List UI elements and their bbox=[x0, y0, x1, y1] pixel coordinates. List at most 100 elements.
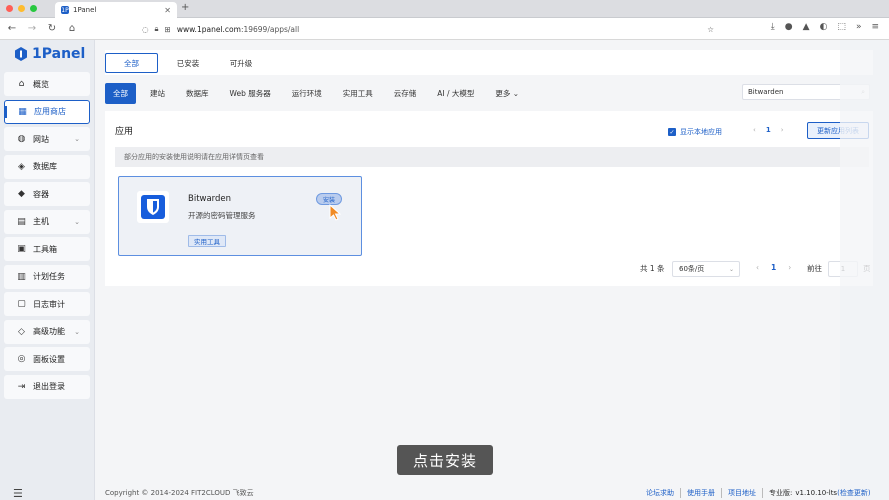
schedule-icon: ▥ bbox=[17, 271, 26, 282]
sidebar-item-app-store[interactable]: ▦ 应用商店 bbox=[4, 99, 90, 124]
footer-links: 论坛求助 使用手册 项目地址 专业版: v1.10.10-lts (检查更新) bbox=[640, 488, 871, 498]
forward-icon[interactable]: → bbox=[22, 23, 42, 34]
logo[interactable]: 1Panel bbox=[0, 40, 94, 68]
current-page[interactable]: 1 bbox=[766, 126, 771, 134]
sidebar-item-label: 容器 bbox=[33, 189, 49, 199]
sidebar-item-logout[interactable]: ⇥ 退出登录 bbox=[4, 374, 90, 399]
close-window-button[interactable] bbox=[6, 5, 13, 12]
project-link[interactable]: 项目地址 bbox=[722, 488, 763, 498]
lock-icon: 🔒︎ bbox=[154, 24, 159, 33]
manual-link[interactable]: 使用手册 bbox=[681, 488, 722, 498]
chevron-down-icon: ⌄ bbox=[512, 88, 520, 98]
category-more[interactable]: 更多 ⌄ bbox=[495, 88, 519, 99]
sidebar-item-host[interactable]: ▤ 主机 ⌄ bbox=[4, 209, 90, 234]
forum-link[interactable]: 论坛求助 bbox=[640, 488, 681, 498]
browser-tab[interactable]: 1P 1Panel ✕ bbox=[55, 2, 177, 18]
app-description: 开源的密码管理服务 bbox=[188, 211, 256, 220]
menu-icon[interactable]: ≡ bbox=[871, 22, 879, 32]
extension-a-icon[interactable]: ▲ bbox=[803, 22, 810, 32]
browser-toolbar-right: ⤓ ● ▲ ◐ ⬚ » ≡ bbox=[771, 22, 879, 32]
right-overlay-shadow bbox=[840, 40, 889, 500]
address-bar[interactable]: ◌ 🔒︎ ⊞ www.1panel.com:19699/apps/all ☆ bbox=[142, 21, 714, 37]
sidebar-item-database[interactable]: ◈ 数据库 bbox=[4, 154, 90, 179]
version: v1.10.10-lts bbox=[795, 489, 838, 497]
current-page[interactable]: 1 bbox=[771, 263, 776, 272]
minimize-window-button[interactable] bbox=[18, 5, 25, 12]
sidebar-item-logs[interactable]: ▢ 日志审计 bbox=[4, 292, 90, 316]
sidebar-item-label: 面板设置 bbox=[33, 354, 65, 364]
app-card[interactable]: Bitwarden 开源的密码管理服务 实用工具 安装 bbox=[118, 176, 362, 256]
next-page-icon[interactable]: › bbox=[781, 126, 784, 134]
show-local-label: 显示本地应用 bbox=[680, 128, 722, 136]
chevron-down-icon: ⌄ bbox=[728, 265, 734, 273]
back-icon[interactable]: ← bbox=[2, 23, 22, 34]
sidebar-menu: ⌂ 概览 ▦ 应用商店 ◍ 网站 ⌄ ◈ 数据库 ◆ 容器 ▤ 主机 ⌄ ▣ 工具箱 ▥ 计划任务 … bbox=[0, 68, 94, 406]
category-web-server[interactable]: Web 服务器 bbox=[230, 88, 271, 99]
sidebar-item-label: 计划任务 bbox=[33, 272, 65, 281]
footer: Copyright © 2014-2024 FIT2CLOUD 飞致云 论坛求助… bbox=[95, 486, 889, 500]
category-more-label: 更多 bbox=[495, 88, 511, 98]
show-local-checkbox[interactable]: ✓ 显示本地应用 bbox=[668, 127, 722, 137]
video-caption: 点击安装 bbox=[397, 445, 493, 475]
download-icon[interactable]: ⤓ bbox=[771, 22, 775, 32]
sidebar-item-label: 退出登录 bbox=[33, 382, 65, 391]
zoom-window-button[interactable] bbox=[30, 5, 37, 12]
notice-bar: 部分应用的安装使用说明请在应用详情页查看 bbox=[115, 147, 869, 167]
logo-icon bbox=[15, 47, 27, 61]
logo-text: 1Panel bbox=[32, 46, 86, 62]
top-pagination: ‹ 1 › bbox=[753, 126, 784, 134]
new-tab-icon[interactable]: + bbox=[181, 2, 189, 13]
sidebar-item-cronjobs[interactable]: ▥ 计划任务 bbox=[4, 264, 90, 289]
check-update-link[interactable]: (检查更新) bbox=[837, 488, 870, 498]
settings-icon: ◎ bbox=[17, 354, 26, 364]
category-ai[interactable]: AI / 大模型 bbox=[437, 88, 474, 99]
tab-installed[interactable]: 已安装 bbox=[162, 53, 214, 73]
prev-page-icon[interactable]: ‹ bbox=[753, 126, 756, 134]
log-icon: ▢ bbox=[17, 299, 26, 309]
extension-b-icon[interactable]: ◐ bbox=[820, 22, 828, 32]
next-page-icon[interactable]: › bbox=[788, 263, 791, 272]
main-content: 全部 已安装 可升级 全部 建站 数据库 Web 服务器 运行环境 实用工具 云… bbox=[95, 40, 873, 500]
panel-title: 应用 bbox=[115, 127, 134, 137]
category-website[interactable]: 建站 bbox=[150, 88, 165, 99]
reload-icon[interactable]: ↻ bbox=[42, 23, 62, 34]
puzzle-icon[interactable]: ⬚ bbox=[837, 22, 846, 32]
sidebar-item-label: 概览 bbox=[33, 79, 49, 89]
sidebar-item-settings[interactable]: ◎ 面板设置 bbox=[4, 347, 90, 371]
bookmark-star-icon[interactable]: ☆ bbox=[707, 25, 714, 34]
browser-tab-bar: 1P 1Panel ✕ + bbox=[0, 0, 889, 18]
prev-page-icon[interactable]: ‹ bbox=[756, 263, 759, 272]
category-storage[interactable]: 云存储 bbox=[394, 88, 417, 99]
total-count: 共 1 条 bbox=[640, 264, 665, 273]
sidebar-item-containers[interactable]: ◆ 容器 bbox=[4, 182, 90, 206]
filter-tabs-card: 全部 已安装 可升级 bbox=[105, 50, 873, 75]
category-all[interactable]: 全部 bbox=[105, 82, 136, 104]
close-tab-icon[interactable]: ✕ bbox=[164, 6, 171, 15]
overflow-icon[interactable]: » bbox=[856, 22, 862, 32]
sidebar-item-label: 数据库 bbox=[33, 162, 57, 171]
permissions-icon: ⊞ bbox=[164, 24, 171, 34]
sidebar-item-websites[interactable]: ◍ 网站 ⌄ bbox=[4, 127, 90, 151]
home-icon: ⌂ bbox=[18, 79, 25, 89]
sidebar-item-advanced[interactable]: ◇ 高级功能 ⌄ bbox=[4, 319, 90, 344]
category-runtime[interactable]: 运行环境 bbox=[292, 88, 322, 99]
edition-label: 专业版: bbox=[769, 489, 793, 497]
apps-panel: 应用 ✓ 显示本地应用 ‹ 1 › 更新应用列表 部分应用的安装使用说明请在应用… bbox=[105, 111, 873, 286]
tab-upgradable[interactable]: 可升级 bbox=[215, 53, 267, 73]
toolbox-icon: ▣ bbox=[17, 244, 26, 254]
page-size-select[interactable]: 60条/页 ⌄ bbox=[672, 261, 740, 277]
sidebar: 1Panel ⌂ 概览 ▦ 应用商店 ◍ 网站 ⌄ ◈ 数据库 ◆ 容器 ▤ 主机 ⌄ ▣ 工具箱… bbox=[0, 40, 95, 500]
category-database[interactable]: 数据库 bbox=[186, 88, 209, 99]
grid-icon: ▦ bbox=[18, 106, 27, 117]
chevron-down-icon: ⌄ bbox=[74, 327, 80, 336]
profile-icon[interactable]: ● bbox=[785, 22, 793, 32]
shield-icon: ◌ bbox=[142, 24, 149, 34]
collapse-menu-icon[interactable]: ☰ bbox=[13, 487, 23, 500]
home-browser-icon[interactable]: ⌂ bbox=[62, 23, 82, 34]
tab-all[interactable]: 全部 bbox=[105, 53, 158, 73]
sidebar-item-overview[interactable]: ⌂ 概览 bbox=[4, 72, 90, 96]
bottom-pagination: ‹ 1 › bbox=[756, 263, 791, 272]
sidebar-item-toolbox[interactable]: ▣ 工具箱 bbox=[4, 237, 90, 261]
category-tools[interactable]: 实用工具 bbox=[343, 88, 373, 99]
app-name: Bitwarden bbox=[188, 194, 232, 204]
